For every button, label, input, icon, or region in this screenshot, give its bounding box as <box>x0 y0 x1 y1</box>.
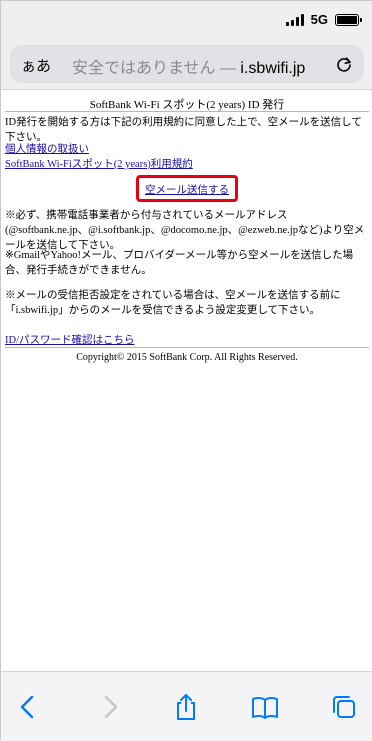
battery-icon <box>335 13 362 26</box>
signal-icon <box>285 13 304 26</box>
copyright: Copyright© 2015 SoftBank Corp. All Right… <box>76 352 298 363</box>
status-indicators: 5G <box>285 12 362 27</box>
password-check-link[interactable]: ID/パスワード確認はこちら <box>5 332 135 347</box>
privacy-link[interactable]: 個人情報の取扱い <box>5 141 89 156</box>
bookmarks-icon[interactable] <box>250 692 280 722</box>
browser-window: 5G ぁあ 安全ではありません — i.sbwifi.jp SoftBank W… <box>0 0 372 741</box>
url-host: i.sbwifi.jp <box>240 60 306 77</box>
share-icon[interactable] <box>171 692 201 722</box>
status-bar: 5G <box>1 1 372 39</box>
bottom-toolbar <box>1 671 372 741</box>
page-title: SoftBank Wi-Fi スポット(2 years) ID 発行 <box>89 99 285 111</box>
insecure-warning: 安全ではありません — <box>72 60 241 77</box>
send-email-link[interactable]: 空メール送信する <box>139 182 235 197</box>
text-size-button[interactable]: ぁあ <box>21 55 51 76</box>
terms-link[interactable]: SoftBank Wi-Fiスポット(2 years)利用規約 <box>5 156 193 171</box>
address-bar-area: ぁあ 安全ではありません — i.sbwifi.jp <box>1 39 372 90</box>
title-divider <box>5 111 369 112</box>
reload-icon[interactable] <box>334 54 354 74</box>
network-type: 5G <box>310 12 328 27</box>
forward-icon[interactable] <box>95 692 125 722</box>
tabs-icon[interactable] <box>329 692 359 722</box>
note-reject-setting: ※メールの受信拒否設定をされている場合は、空メールを送信する前に「i.sbwif… <box>5 290 341 316</box>
url-display[interactable]: 安全ではありません — i.sbwifi.jp <box>72 54 322 78</box>
note-carrier-address: ※必ず、携帯電話事業者から付与されているメールアドレス(@softbank.ne… <box>5 210 365 251</box>
footer-divider <box>5 347 369 348</box>
back-icon[interactable] <box>13 692 43 722</box>
address-bar[interactable]: ぁあ 安全ではありません — i.sbwifi.jp <box>10 45 364 83</box>
note-free-mail: ※GmailやYahoo!メール、プロバイダーメール等から空メールを送信した場合… <box>5 250 354 276</box>
web-page: SoftBank Wi-Fi スポット(2 years) ID 発行 ID発行を… <box>1 91 372 671</box>
send-button-highlight: 空メール送信する <box>136 175 238 202</box>
